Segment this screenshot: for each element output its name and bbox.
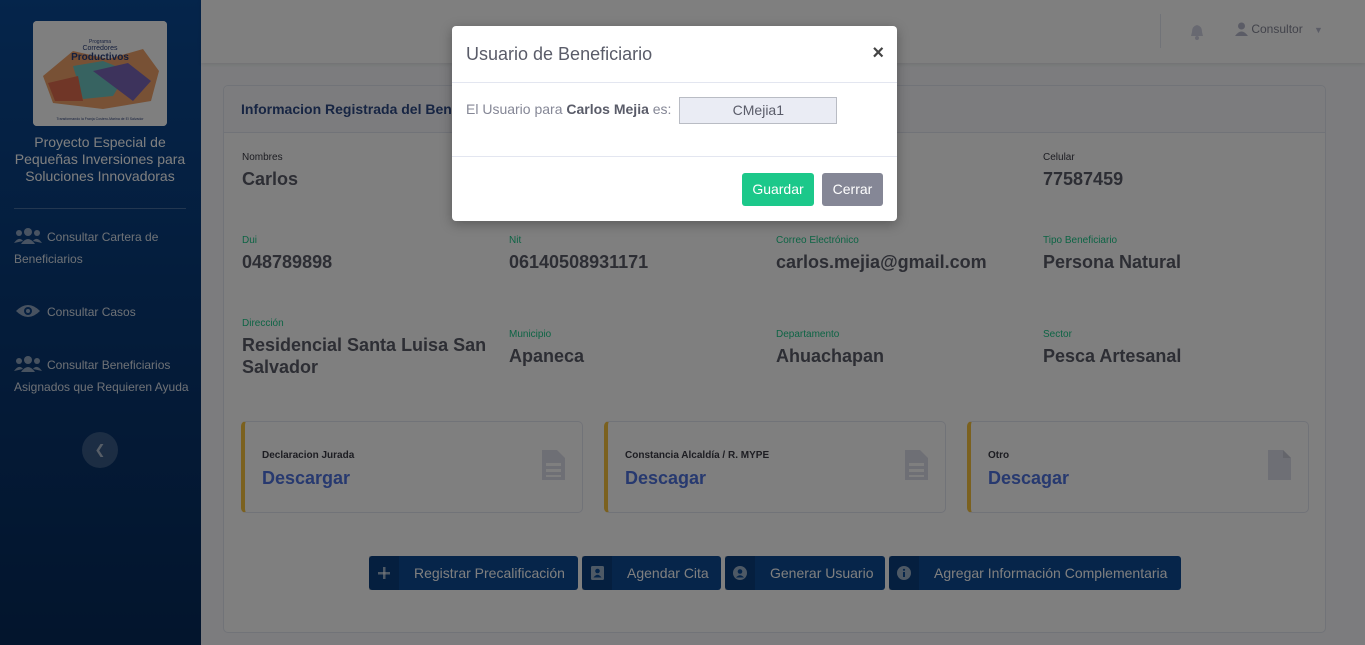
close-icon[interactable]: × [872,42,884,65]
modal-header: Usuario de Beneficiario × [452,26,897,83]
modal-body: El Usuario para Carlos Mejia es: CMejia1 [452,83,897,157]
cerrar-button[interactable]: Cerrar [822,173,883,206]
modal-text-prefix: El Usuario para [466,101,563,118]
beneficiary-name: Carlos Mejia [566,101,649,118]
username-field[interactable]: CMejia1 [679,97,838,124]
modal-text-suffix: es: [652,101,672,118]
modal-title: Usuario de Beneficiario [466,44,653,64]
usuario-modal: Usuario de Beneficiario × El Usuario par… [452,26,897,221]
modal-footer: Guardar Cerrar [452,157,897,220]
guardar-button[interactable]: Guardar [742,173,814,206]
